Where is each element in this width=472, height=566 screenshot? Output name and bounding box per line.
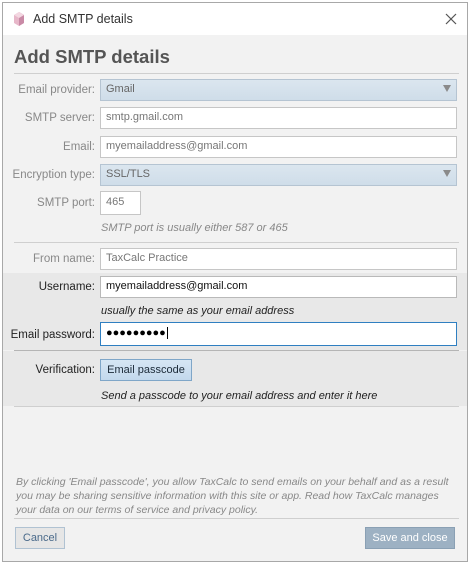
smtp-dialog-window: Add SMTP details Add SMTP details Email … <box>2 2 468 562</box>
taxcalc-app-icon <box>12 12 26 26</box>
section-divider <box>14 242 459 243</box>
email-password-label: Email password: <box>10 329 95 341</box>
verification-label: Verification: <box>35 364 95 376</box>
close-icon[interactable] <box>441 9 461 29</box>
from-name-input[interactable]: TaxCalc Practice <box>100 248 457 270</box>
email-password-value: ●●●●●●●●● <box>106 327 166 339</box>
email-provider-label: Email provider: <box>18 84 95 96</box>
from-name-label: From name: <box>33 253 95 265</box>
smtp-port-label: SMTP port: <box>37 197 95 209</box>
section-divider <box>14 406 459 407</box>
privacy-disclaimer: By clicking 'Email passcode', you allow … <box>16 476 449 516</box>
window-title: Add SMTP details <box>33 12 133 26</box>
email-provider-select[interactable]: Gmail <box>100 79 457 101</box>
text-cursor <box>166 327 168 340</box>
email-label: Email: <box>63 141 95 153</box>
section-divider <box>14 518 459 519</box>
cancel-button[interactable]: Cancel <box>15 527 65 549</box>
username-input[interactable]: myemailaddress@gmail.com <box>100 276 457 298</box>
email-input[interactable]: myemailaddress@gmail.com <box>100 136 457 158</box>
encryption-type-label: Encryption type: <box>12 169 95 181</box>
chevron-down-icon <box>443 170 451 177</box>
encryption-type-value: SSL/TLS <box>106 168 151 180</box>
title-bar: Add SMTP details <box>3 3 467 35</box>
save-and-close-button[interactable]: Save and close <box>365 527 455 549</box>
verification-hint: Send a passcode to your email address an… <box>101 390 378 402</box>
email-provider-value: Gmail <box>106 83 135 95</box>
section-divider <box>14 73 459 74</box>
smtp-port-input[interactable]: 465 <box>100 191 141 215</box>
smtp-port-hint: SMTP port is usually either 587 or 465 <box>101 222 288 234</box>
email-passcode-button[interactable]: Email passcode <box>100 359 192 381</box>
smtp-server-input[interactable]: smtp.gmail.com <box>100 107 457 129</box>
username-hint: usually the same as your email address <box>101 305 295 317</box>
encryption-type-select[interactable]: SSL/TLS <box>100 164 457 186</box>
page-title: Add SMTP details <box>14 46 170 67</box>
username-label: Username: <box>38 281 95 293</box>
smtp-server-label: SMTP server: <box>24 112 95 124</box>
email-password-input[interactable]: ●●●●●●●●● <box>100 322 457 346</box>
chevron-down-icon <box>443 85 451 92</box>
